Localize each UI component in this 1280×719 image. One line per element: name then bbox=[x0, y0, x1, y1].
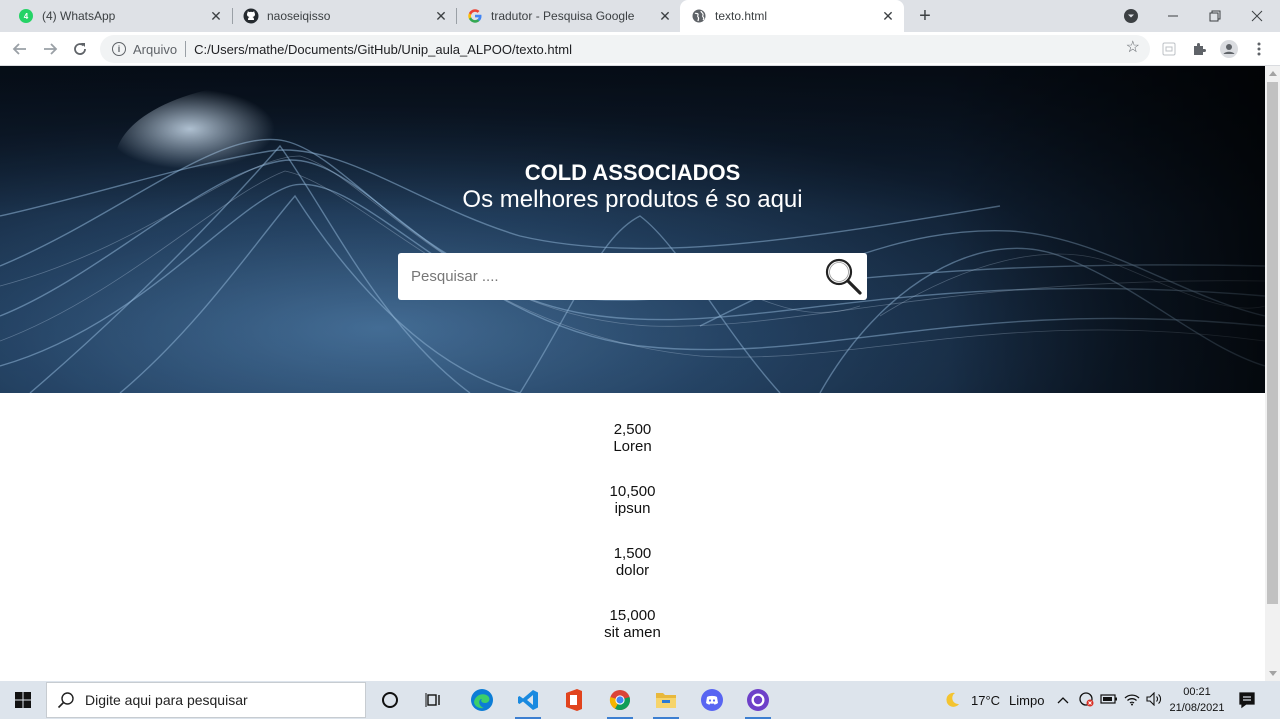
cortana-icon[interactable] bbox=[373, 684, 407, 716]
stat-value: 2,500 bbox=[613, 421, 652, 438]
whatsapp-icon: 4 bbox=[18, 8, 34, 24]
clock[interactable]: 00:21 21/08/2021 bbox=[1166, 684, 1228, 716]
tab-title: naoseiqisso bbox=[267, 9, 331, 23]
tab-strip: 4 (4) WhatsApp ✕ naoseiqisso ✕ tradutor … bbox=[0, 0, 1280, 32]
task-view-icon[interactable] bbox=[417, 684, 451, 716]
stat-label: dolor bbox=[615, 562, 650, 579]
clock-date: 21/08/2021 bbox=[1169, 702, 1225, 714]
tab-github[interactable]: naoseiqisso ✕ bbox=[225, 0, 457, 32]
stat-item: 1,500 dolor bbox=[0, 545, 1265, 607]
address-bar[interactable]: i Arquivo C:/Users/mathe/Documents/GitHu… bbox=[100, 35, 1150, 63]
tab-title: texto.html bbox=[715, 9, 768, 23]
moon-icon bbox=[946, 692, 959, 707]
url-text[interactable]: C:/Users/mathe/Documents/GitHub/Unip_aul… bbox=[194, 42, 572, 57]
menu-kebab-icon[interactable] bbox=[1250, 40, 1268, 58]
notifications-icon[interactable] bbox=[1238, 681, 1256, 719]
system-tray bbox=[1056, 681, 1162, 719]
github-icon bbox=[243, 8, 259, 24]
browser-toolbar: i Arquivo C:/Users/mathe/Documents/GitHu… bbox=[0, 32, 1280, 66]
stats-list: 2,500 Loren 10,500 ipsun 1,500 dolor 15,… bbox=[0, 421, 1265, 669]
reading-mode-icon[interactable] bbox=[1160, 40, 1178, 58]
stat-label: ipsun bbox=[614, 500, 651, 517]
start-button[interactable] bbox=[0, 681, 45, 719]
chrome-icon[interactable] bbox=[603, 684, 637, 719]
clock-time: 00:21 bbox=[1183, 686, 1211, 698]
scroll-up-arrow[interactable] bbox=[1269, 71, 1277, 76]
info-icon[interactable]: i bbox=[112, 42, 126, 56]
weather-temp: 17°C bbox=[971, 692, 1001, 708]
vertical-scrollbar[interactable] bbox=[1265, 66, 1280, 681]
hero-banner: COLD ASSOCIADOS Os melhores produtos é s… bbox=[0, 66, 1265, 393]
address-divider bbox=[185, 41, 187, 57]
file-explorer-icon[interactable] bbox=[649, 684, 683, 719]
close-window-button[interactable] bbox=[1236, 0, 1278, 32]
search-icon bbox=[57, 692, 74, 709]
restore-button[interactable] bbox=[1194, 0, 1236, 32]
scheme-label: Arquivo bbox=[133, 41, 178, 57]
tab-title: (4) WhatsApp bbox=[42, 9, 116, 23]
weather-widget[interactable]: 17°C Limpo bbox=[943, 681, 1044, 719]
stat-item: 2,500 Loren bbox=[0, 421, 1265, 483]
profile-tabs-icon[interactable] bbox=[1110, 0, 1152, 32]
back-button[interactable] bbox=[9, 38, 31, 60]
github-desktop-icon[interactable] bbox=[741, 684, 775, 719]
close-icon[interactable]: ✕ bbox=[208, 8, 224, 24]
office-icon[interactable] bbox=[557, 684, 591, 716]
discord-icon[interactable] bbox=[695, 684, 729, 716]
windows-taskbar: Digite aqui para pesquisar 17°C Limpo 00… bbox=[0, 681, 1280, 719]
bookmark-star-icon[interactable]: ☆ bbox=[1126, 40, 1140, 56]
scrollbar-thumb[interactable] bbox=[1267, 82, 1278, 604]
search-input[interactable] bbox=[411, 268, 811, 285]
volume-icon[interactable] bbox=[1146, 691, 1162, 709]
page-title: COLD ASSOCIADOS bbox=[524, 160, 741, 185]
page-viewport: COLD ASSOCIADOS Os melhores produtos é s… bbox=[0, 66, 1265, 681]
new-tab-button[interactable]: + bbox=[914, 5, 936, 27]
close-icon[interactable]: ✕ bbox=[657, 8, 673, 24]
forward-button[interactable] bbox=[39, 38, 61, 60]
stat-value: 15,000 bbox=[609, 607, 656, 624]
stat-label: sit amen bbox=[604, 624, 661, 641]
vscode-icon[interactable] bbox=[511, 684, 545, 719]
close-icon[interactable]: ✕ bbox=[880, 8, 896, 24]
scroll-down-arrow[interactable] bbox=[1269, 671, 1277, 676]
extensions-icon[interactable] bbox=[1190, 40, 1208, 58]
close-icon[interactable]: ✕ bbox=[433, 8, 449, 24]
search-icon[interactable] bbox=[823, 256, 863, 296]
windows-logo-icon bbox=[14, 692, 31, 708]
weather-condition: Limpo bbox=[1009, 692, 1045, 708]
stat-value: 10,500 bbox=[609, 483, 656, 500]
stat-value: 1,500 bbox=[613, 545, 652, 562]
hero-background-art bbox=[0, 66, 1265, 393]
page-subtitle: Os melhores produtos é so aqui bbox=[462, 186, 803, 213]
tab-texto[interactable]: texto.html ✕ bbox=[680, 0, 904, 32]
profile-icon[interactable] bbox=[1220, 40, 1238, 58]
reload-button[interactable] bbox=[69, 38, 91, 60]
chevron-up-icon[interactable] bbox=[1056, 696, 1070, 704]
globe-icon bbox=[691, 8, 707, 24]
security-icon[interactable] bbox=[1078, 691, 1094, 710]
edge-icon[interactable] bbox=[465, 684, 499, 716]
stat-item: 15,000 sit amen bbox=[0, 607, 1265, 669]
google-icon bbox=[467, 8, 483, 24]
taskbar-search-placeholder: Digite aqui para pesquisar bbox=[85, 692, 248, 708]
taskbar-search[interactable]: Digite aqui para pesquisar bbox=[46, 682, 366, 718]
tab-whatsapp[interactable]: 4 (4) WhatsApp ✕ bbox=[0, 0, 232, 32]
wifi-icon[interactable] bbox=[1124, 692, 1140, 709]
tab-google[interactable]: tradutor - Pesquisa Google ✕ bbox=[449, 0, 681, 32]
search-box bbox=[398, 253, 867, 300]
tab-title: tradutor - Pesquisa Google bbox=[491, 9, 635, 23]
svg-text:4: 4 bbox=[24, 12, 29, 21]
stat-label: Loren bbox=[613, 438, 652, 455]
battery-icon[interactable] bbox=[1100, 693, 1118, 708]
stat-item: 10,500 ipsun bbox=[0, 483, 1265, 545]
minimize-button[interactable] bbox=[1152, 0, 1194, 32]
